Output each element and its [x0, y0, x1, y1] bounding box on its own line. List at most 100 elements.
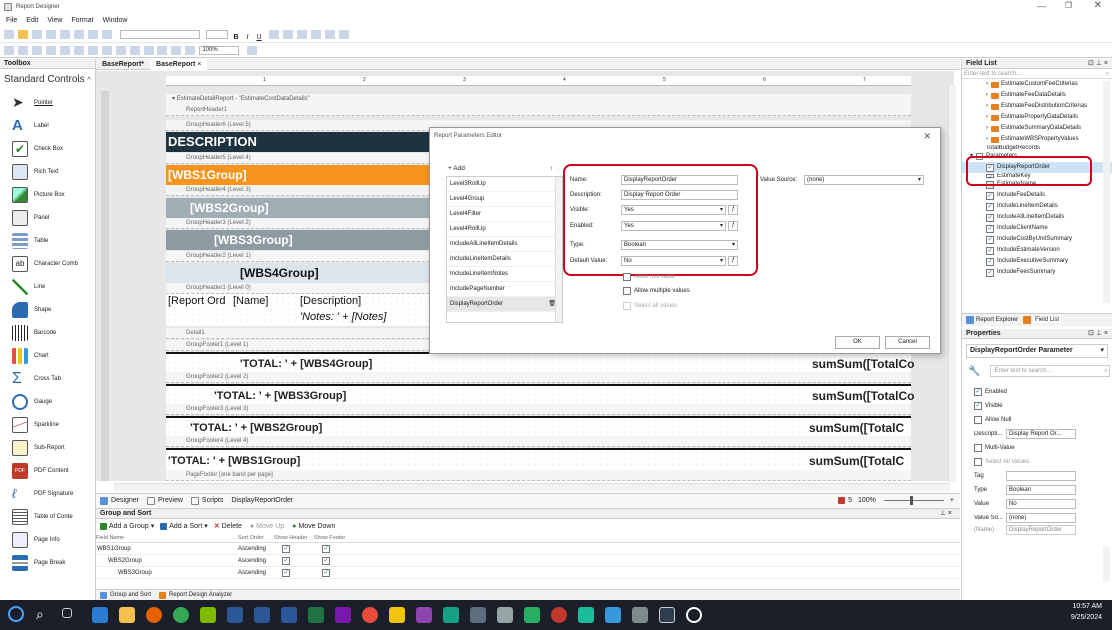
tool-gauge[interactable]: Gauge [0, 390, 95, 413]
tool-label[interactable]: A Label [0, 114, 95, 137]
pin-close-icons[interactable]: ⊥ × [940, 509, 952, 519]
report-order-field[interactable]: [Report Ord [168, 295, 225, 307]
taskbar-app-7-icon[interactable] [254, 607, 270, 623]
copy-icon[interactable] [59, 30, 70, 39]
show-header-checkbox[interactable]: ✓ [282, 568, 290, 577]
description-field[interactable]: [Description] [300, 295, 361, 307]
cancel-button[interactable]: Cancel [885, 336, 930, 349]
save-icon[interactable] [31, 30, 42, 39]
font-color-icon[interactable] [269, 30, 280, 39]
sum-field-4[interactable]: sumSum([TotalC [809, 450, 904, 472]
taskbar-app-6-icon[interactable] [227, 607, 243, 623]
taskbar-app-4-icon[interactable] [173, 607, 189, 623]
field-list-search[interactable]: Enter text to search... ⌕ [962, 69, 1112, 79]
font-name-dropdown[interactable] [119, 30, 200, 39]
notes-field[interactable]: 'Notes: ' + [Notes] [300, 311, 386, 323]
table-row[interactable]: WBS2Group Ascending ✓ ✓ [96, 555, 960, 567]
list-item[interactable]: IncludeLineItemDetails [447, 252, 562, 267]
align-lefts-icon[interactable] [4, 46, 14, 55]
dialog-close-icon[interactable]: ✕ [923, 131, 931, 142]
tree-item[interactable]: › EstimateFeeDistributionCriterias [962, 101, 1112, 112]
tree-item[interactable]: › EstimateSummaryDataDetails [962, 123, 1112, 134]
zoom-dropdown[interactable]: 100% [199, 46, 240, 55]
taskbar-app-19-icon[interactable] [659, 607, 675, 623]
taskbar-app-15-icon[interactable] [551, 607, 567, 623]
tool-pointer[interactable]: ➤ Pointer [0, 91, 95, 114]
tab-designer[interactable]: Designer [111, 497, 139, 504]
list-scrollbar[interactable] [555, 177, 562, 322]
tool-chart[interactable]: Chart [0, 344, 95, 367]
list-item[interactable]: Level4Filter [447, 207, 562, 222]
tab-design-analyzer[interactable]: Report Design Analyzer [169, 592, 232, 598]
move-up-icon[interactable]: ↑ [550, 165, 553, 172]
tag-value[interactable] [1006, 471, 1076, 481]
justify-icon[interactable] [339, 30, 350, 39]
taskbar-app-17-icon[interactable] [605, 607, 621, 623]
sum-field-3[interactable]: sumSum([TotalC [809, 418, 904, 438]
align-centers-icon[interactable] [17, 46, 28, 55]
maximize-icon[interactable]: ❐ [1065, 1, 1072, 10]
move-down-button[interactable]: Move Down [298, 523, 335, 530]
band-group-footer-3[interactable]: GroupFooter3 (Level 3) [166, 404, 911, 415]
panel-controls-icon[interactable]: ⊡ ⊥ × [1088, 329, 1108, 339]
new-icon[interactable] [4, 30, 14, 39]
param-item[interactable]: ✓ IncludeLineItemDetails [962, 201, 1112, 212]
tab-basereport-modified[interactable]: BaseReport* [96, 61, 150, 68]
align-middles-icon[interactable] [59, 46, 70, 55]
tool-pdfsignature[interactable]: ℓ PDF Signature [0, 482, 95, 505]
properties-vscrollbar[interactable] [1103, 547, 1110, 581]
prop-type[interactable]: Type Boolean [974, 483, 1112, 497]
align-bottoms-icon[interactable] [73, 46, 84, 55]
name-field[interactable]: [Name] [233, 295, 268, 307]
taskbar-app-2-icon[interactable] [119, 607, 135, 623]
align-left-icon[interactable] [297, 30, 308, 39]
prop-value-source[interactable]: Value So... (none) [974, 511, 1112, 525]
align-right-icon[interactable] [325, 30, 336, 39]
tool-shape[interactable]: Shape [0, 298, 95, 321]
tool-sparkline[interactable]: Sparkline [0, 413, 95, 436]
toolbox-category[interactable]: Standard Controls ^ [0, 69, 95, 91]
taskbar-app-12-icon[interactable] [470, 607, 486, 623]
field-list-vscrollbar[interactable] [1103, 81, 1110, 303]
taskbar-app-20-icon[interactable] [686, 607, 702, 623]
onenote-icon[interactable] [335, 607, 351, 623]
tool-richtext[interactable]: Rich Text [0, 160, 95, 183]
show-header-checkbox[interactable]: ✓ [282, 556, 290, 565]
underline-button[interactable]: U [256, 34, 261, 41]
send-back-icon[interactable] [171, 46, 182, 55]
taskbar-app-18-icon[interactable] [632, 607, 648, 623]
type-value[interactable]: Boolean [1006, 485, 1076, 495]
tool-pageinfo[interactable]: Page Info [0, 528, 95, 551]
total4-section[interactable]: 'TOTAL: ' + [WBS4Group] sumSum([TotalCo [166, 352, 914, 372]
redo-icon[interactable] [101, 30, 112, 39]
show-footer-checkbox[interactable]: ✓ [322, 568, 330, 577]
h-spacing-icon[interactable] [129, 46, 140, 55]
zoom-in-icon[interactable] [247, 46, 258, 55]
sum-field-2[interactable]: sumSum([TotalCo [812, 386, 914, 406]
taskbar-app-1-icon[interactable] [92, 607, 108, 623]
param-item[interactable]: ✓ IncludeClientName [962, 223, 1112, 234]
clock-date[interactable]: 9/25/2024 [1071, 614, 1102, 621]
wrench-icon[interactable]: 🔧 [968, 366, 980, 377]
bring-front-icon[interactable] [157, 46, 168, 55]
add-parameter-button[interactable]: + Add [448, 165, 465, 172]
tab-group-sort[interactable]: Group and Sort [110, 592, 151, 598]
tool-line[interactable]: Line [0, 275, 95, 298]
show-footer-checkbox[interactable]: ✓ [322, 544, 330, 553]
task-view-icon[interactable] [62, 608, 72, 618]
tree-item[interactable]: › EstimateWBSPropertyValues [962, 134, 1112, 145]
show-header-checkbox[interactable]: ✓ [282, 544, 290, 553]
tool-subreport[interactable]: Sub-Report [0, 436, 95, 459]
menu-view[interactable]: View [47, 17, 62, 24]
close-icon[interactable]: ✕ [1094, 0, 1102, 11]
show-footer-checkbox[interactable]: ✓ [322, 556, 330, 565]
value-source-value[interactable]: (none) [1006, 513, 1076, 523]
param-item[interactable]: ✓ IncludeAllLineItemDetails [962, 212, 1112, 223]
param-item[interactable]: ✓ IncludeEstimateVersion [962, 245, 1112, 256]
tab-preview[interactable]: Preview [158, 497, 183, 504]
tool-panel[interactable]: Panel [0, 206, 95, 229]
list-item[interactable]: Level4RollUp [447, 222, 562, 237]
same-width-icon[interactable] [87, 46, 98, 55]
tool-pdfcontent[interactable]: PDF PDF Content [0, 459, 95, 482]
bold-button[interactable]: B [234, 34, 239, 41]
